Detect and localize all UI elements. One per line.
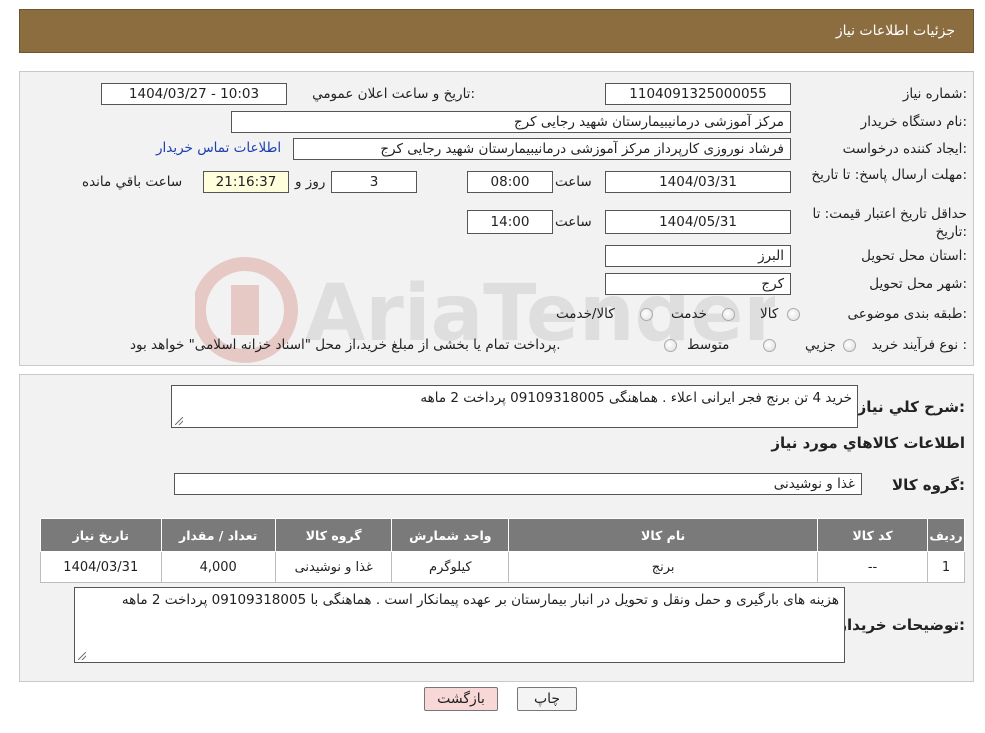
buyer-org-field: مرکز آموزشی درمانیبیمارستان شهید رجایی ک…: [231, 111, 791, 133]
need-number-field: 1104091325000055: [605, 83, 791, 105]
process-radio-minor[interactable]: [843, 339, 856, 352]
validity-label: حداقل تاريخ اعتبار قيمت: تا تاريخ:: [812, 206, 967, 240]
cell-item-code: --: [817, 551, 929, 583]
col-quantity: تعداد / مقدار: [160, 518, 276, 552]
resize-grip-icon[interactable]: [175, 417, 183, 425]
deadline-time-label: ساعت: [555, 174, 592, 190]
announce-field: 1404/03/27 - 10:03: [101, 83, 287, 105]
cell-quantity: 4,000: [160, 551, 276, 583]
category-radio-goods-service[interactable]: [640, 308, 653, 321]
process-note: پرداخت تمام یا بخشی از مبلغ خرید،از محل …: [130, 337, 561, 353]
buyer-org-label: نام دستگاه خريدار:: [860, 114, 967, 130]
process-option-minor: جزيي: [805, 337, 836, 353]
city-field: کرج: [605, 273, 791, 295]
col-item-code: کد کالا: [817, 518, 929, 552]
days-field: 3: [331, 171, 417, 193]
description-label: شرح کلي نياز:: [857, 398, 965, 416]
remaining-time-field: 21:16:37: [203, 171, 289, 193]
validity-time-label: ساعت: [555, 214, 592, 230]
cell-unit: کیلوگرم: [391, 551, 510, 583]
description-text: خرید 4 تن برنج فجر ایرانی اعلاء . هماهنگ…: [420, 390, 852, 406]
requester-field: فرشاد نوروزی کارپرداز مرکز آموزشی درمانی…: [293, 138, 791, 160]
process-radio-medium[interactable]: [763, 339, 776, 352]
col-need-date: تاريخ نياز: [40, 518, 162, 552]
page-title: جزئیات اطلاعات نیاز: [835, 23, 955, 39]
cell-group: غذا و نوشیدنی: [274, 551, 393, 583]
province-label: استان محل تحويل:: [861, 248, 967, 264]
table-row[interactable]: 1 -- برنج کیلوگرم غذا و نوشیدنی 4,000 14…: [40, 551, 965, 583]
process-radio-treasury[interactable]: [664, 339, 677, 352]
need-number-label: شماره نیاز:: [902, 86, 967, 102]
category-option-goods: کالا: [760, 306, 779, 322]
city-label: شهر محل تحويل:: [869, 276, 967, 292]
deadline-date-field: 1404/03/31: [605, 171, 791, 193]
category-radio-service[interactable]: [722, 308, 735, 321]
goods-group-field: غذا و نوشیدنی: [174, 473, 862, 495]
buyer-notes-text: هزینه های بارگیری و حمل ونقل و تحویل در …: [121, 592, 839, 608]
validity-date-field: 1404/05/31: [605, 210, 791, 234]
back-button[interactable]: بازگشت: [424, 687, 498, 711]
col-unit: واحد شمارش: [391, 518, 510, 552]
page-header: جزئیات اطلاعات نیاز: [19, 9, 974, 53]
cell-row-number: 1: [927, 551, 965, 583]
cell-need-date: 1404/03/31: [40, 551, 162, 583]
category-radio-goods[interactable]: [787, 308, 800, 321]
process-label: نوع فرآيند خريد :: [871, 337, 967, 353]
province-field: البرز: [605, 245, 791, 267]
items-table: رديف کد کالا نام کالا واحد شمارش گروه کا…: [40, 518, 965, 583]
table-header-row: رديف کد کالا نام کالا واحد شمارش گروه کا…: [40, 518, 965, 552]
print-button[interactable]: چاپ: [517, 687, 577, 711]
days-label: روز و: [295, 174, 326, 190]
goods-section-title: اطلاعات کالاهاي مورد نياز: [771, 434, 965, 452]
buyer-notes-label: توضيحات خريدار:: [838, 616, 965, 634]
buyer-notes-field[interactable]: هزینه های بارگیری و حمل ونقل و تحویل در …: [74, 587, 845, 663]
deadline-time-field: 08:00: [467, 171, 553, 193]
description-field[interactable]: خرید 4 تن برنج فجر ایرانی اعلاء . هماهنگ…: [171, 385, 858, 428]
cell-item-name: برنج: [508, 551, 819, 583]
col-group: گروه کالا: [274, 518, 393, 552]
remaining-label: ساعت باقي مانده: [82, 174, 183, 190]
validity-time-field: 14:00: [467, 210, 553, 234]
announce-label: تاريخ و ساعت اعلان عمومي:: [312, 86, 475, 102]
category-option-service: خدمت: [671, 306, 707, 322]
col-item-name: نام کالا: [508, 518, 819, 552]
process-option-medium: متوسط: [687, 337, 730, 353]
resize-grip-icon[interactable]: [78, 652, 86, 660]
buyer-contact-link[interactable]: اطلاعات تماس خريدار: [156, 140, 281, 156]
requester-label: ايجاد کننده درخواست:: [842, 141, 967, 157]
category-option-goods-service: کالا/خدمت: [556, 306, 615, 322]
col-row-number: رديف: [927, 518, 965, 552]
deadline-label: مهلت ارسال پاسخ: تا تاريخ:: [811, 167, 967, 183]
goods-group-label: گروه کالا:: [892, 476, 965, 494]
category-label: طبقه بندی موضوعی:: [847, 306, 967, 322]
